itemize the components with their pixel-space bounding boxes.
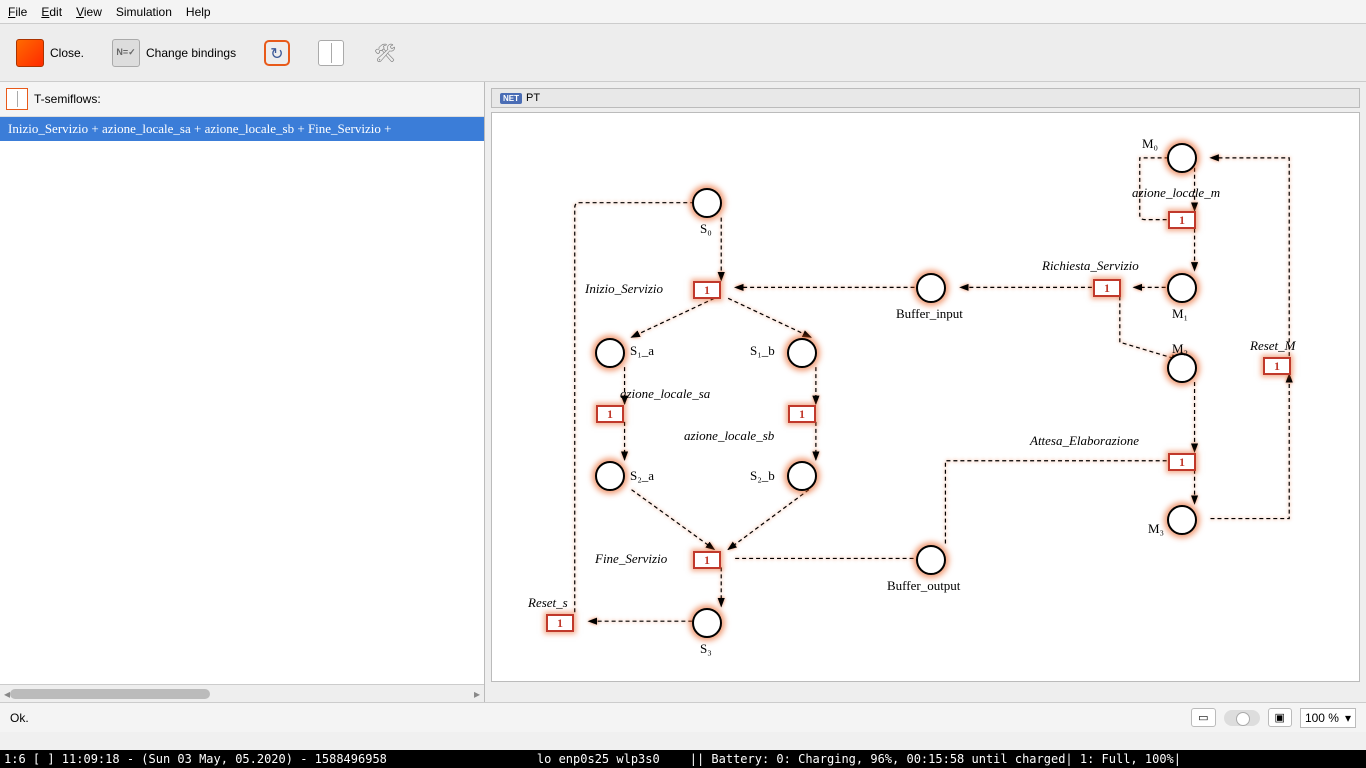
toggle-switch[interactable] [1224,710,1260,726]
place-M0[interactable] [1167,143,1197,173]
main-area: T-semiflows: Inizio_Servizio + azione_lo… [0,82,1366,702]
place-M3[interactable] [1167,505,1197,535]
change-bindings-button[interactable]: N=✓ Change bindings [108,35,240,71]
book-button[interactable] [314,36,348,70]
system-taskbar: 1:6 [ ] 11:09:18 - (Sun 03 May, 05.2020)… [0,750,1366,768]
zoom-select[interactable]: 100 %▾ [1300,708,1356,728]
left-scrollbar[interactable]: ◂▸ [0,684,484,702]
label-reset-m: Reset_M [1250,338,1295,354]
label-attesa: Attesa_Elaborazione [1030,433,1139,449]
place-S3[interactable] [692,608,722,638]
label-M3: M₃ [1148,521,1164,537]
trans-az-sb[interactable]: 1 [788,405,816,423]
zoom-out-button[interactable]: ▭ [1191,708,1215,727]
wrench-icon: 🛠 [372,40,398,66]
label-M2: M₂ [1172,341,1188,357]
net-title-bar: NET PT [491,88,1360,108]
place-buffer-output[interactable] [916,545,946,575]
place-M2[interactable] [1167,353,1197,383]
petri-net-canvas[interactable]: S₀ S₁_a S₁_b S₂_a S₂_b S₃ Buffer_input B… [491,112,1360,682]
toolbar: Close. N=✓ Change bindings 🛠 [0,24,1366,82]
place-S1b[interactable] [787,338,817,368]
close-icon [16,39,44,67]
net-icon: NET [500,93,522,104]
bindings-icon: N=✓ [112,39,140,67]
close-button[interactable]: Close. [12,35,88,71]
label-buffer-output: Buffer_output [887,578,960,594]
semiflow-list: Inizio_Servizio + azione_locale_sa + azi… [0,117,484,684]
label-S2a: S₂_a [630,468,654,484]
label-S0: S₀ [700,221,712,237]
refresh-icon [264,40,290,66]
semiflow-icon [6,88,28,110]
zoom-in-button[interactable]: ▣ [1268,708,1292,727]
trans-fine[interactable]: 1 [693,551,721,569]
status-message: Ok. [10,711,1183,725]
label-inizio: Inizio_Servizio [585,281,663,297]
taskbar-battery: || Battery: 0: Charging, 96%, 00:15:58 u… [690,752,1181,766]
label-az-sa: azione_locale_sa [620,386,710,402]
left-panel: T-semiflows: Inizio_Servizio + azione_lo… [0,82,485,702]
trans-az-sa[interactable]: 1 [596,405,624,423]
label-M1: M₁ [1172,306,1188,322]
left-panel-header: T-semiflows: [0,82,484,117]
menu-simulation[interactable]: Simulation [116,5,172,19]
label-S1a: S₁_a [630,343,654,359]
place-M1[interactable] [1167,273,1197,303]
label-S3: S₃ [700,641,712,657]
label-S2b: S₂_b [750,468,775,484]
status-bar: Ok. ▭ ▣ 100 %▾ [0,702,1366,732]
close-label: Close. [50,46,84,60]
label-reset-s: Reset_s [528,595,568,611]
taskbar-clock: 1:6 [ ] 11:09:18 - (Sun 03 May, 05.2020)… [4,752,387,766]
menu-bar: File Edit View Simulation Help [0,0,1366,24]
label-buffer-input: Buffer_input [896,306,963,322]
semiflow-item[interactable]: Inizio_Servizio + azione_locale_sa + azi… [0,117,484,141]
left-panel-title: T-semiflows: [34,92,101,106]
menu-view[interactable]: View [76,5,102,19]
place-buffer-input[interactable] [916,273,946,303]
trans-attesa[interactable]: 1 [1168,453,1196,471]
trans-richiesta[interactable]: 1 [1093,279,1121,297]
trans-reset-m[interactable]: 1 [1263,357,1291,375]
menu-file[interactable]: File [8,5,27,19]
place-S2b[interactable] [787,461,817,491]
right-panel: NET PT [485,82,1366,702]
place-S2a[interactable] [595,461,625,491]
tool-button[interactable]: 🛠 [368,36,402,70]
trans-inizio[interactable]: 1 [693,281,721,299]
label-richiesta: Richiesta_Servizio [1042,258,1139,274]
label-S1b: S₁_b [750,343,775,359]
menu-help[interactable]: Help [186,5,211,19]
menu-edit[interactable]: Edit [41,5,62,19]
taskbar-net: lo enp0s25 wlp3s0 [537,752,660,766]
trans-az-m[interactable]: 1 [1168,211,1196,229]
label-M0: M₀ [1142,136,1158,152]
chevron-down-icon: ▾ [1345,711,1351,725]
refresh-button[interactable] [260,36,294,70]
label-az-m: azione_locale_m [1132,185,1220,201]
place-S0[interactable] [692,188,722,218]
trans-reset-s[interactable]: 1 [546,614,574,632]
label-fine: Fine_Servizio [595,551,667,567]
label-az-sb: azione_locale_sb [684,428,774,444]
bindings-label: Change bindings [146,46,236,60]
place-S1a[interactable] [595,338,625,368]
net-title: PT [526,92,540,104]
book-icon [318,40,344,66]
